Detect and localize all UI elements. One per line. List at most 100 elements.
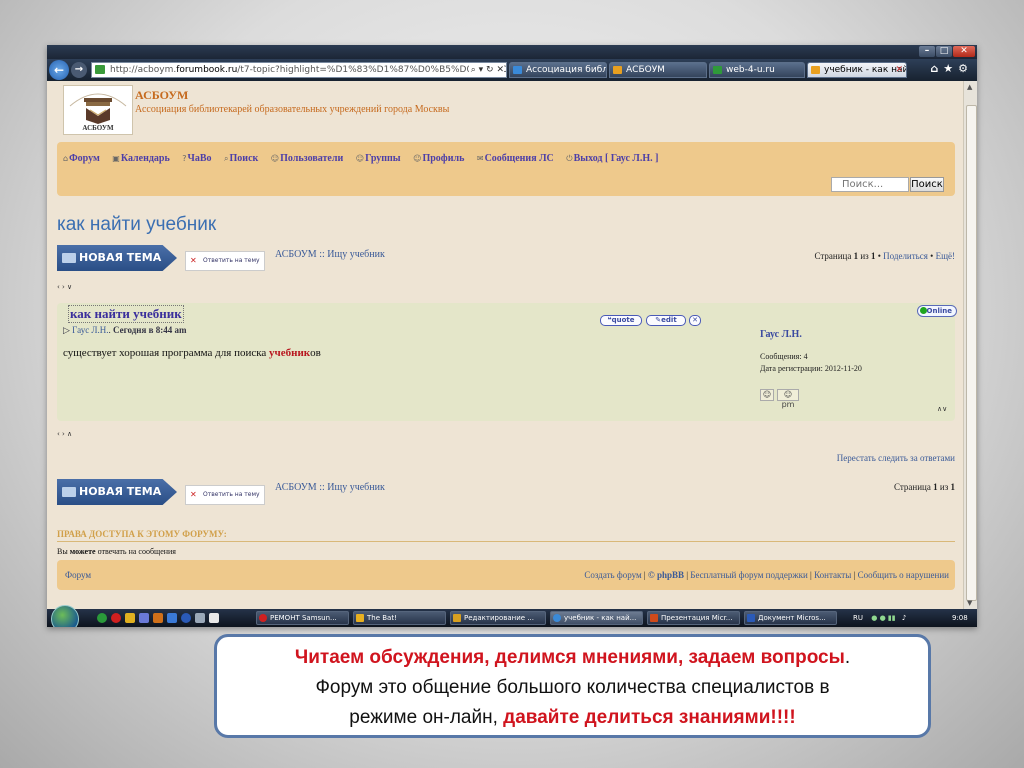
back-button[interactable]: ← bbox=[49, 60, 69, 80]
callout-red-text: давайте делиться знаниями!!!! bbox=[503, 707, 796, 728]
menu-faq[interactable]: ?ЧаВо bbox=[182, 153, 216, 164]
calendar-icon: ▣ bbox=[112, 154, 120, 163]
quicklaunch-icon[interactable] bbox=[97, 613, 107, 623]
callout-punct: . bbox=[844, 647, 851, 668]
site-title[interactable]: АСБОУМ bbox=[135, 88, 188, 103]
clock[interactable]: 9:08 bbox=[952, 609, 968, 627]
new-topic-button[interactable]: НОВАЯ ТЕМА bbox=[57, 245, 177, 271]
tab-close-icon[interactable]: ✕ bbox=[895, 63, 903, 77]
post-icon: ▷ bbox=[63, 325, 70, 335]
new-topic-button-bottom[interactable]: НОВАЯ ТЕМА bbox=[57, 479, 177, 505]
topic-nav-bottom[interactable]: ‹ › ∧ bbox=[57, 430, 72, 438]
tab-uchebnik[interactable]: учебник - как най... ✕ bbox=[807, 62, 907, 78]
delete-button[interactable]: ✕ bbox=[689, 315, 701, 326]
quicklaunch-icon[interactable] bbox=[167, 613, 177, 623]
menu-search[interactable]: ⌕Поиск bbox=[224, 153, 263, 164]
quicklaunch-icon[interactable] bbox=[209, 613, 219, 623]
taskbar-item-thebat[interactable]: The Bat! bbox=[353, 611, 446, 625]
author-name[interactable]: Гаус Л.Н. bbox=[760, 329, 802, 340]
tab-association[interactable]: Ассоциация библио... bbox=[509, 62, 607, 78]
author-registered: Дата регистрации: 2012-11-20 bbox=[760, 364, 862, 373]
tab-favicon-icon bbox=[811, 66, 820, 74]
minimize-button[interactable]: – bbox=[919, 46, 935, 57]
taskbar-item-browser[interactable]: учебник - как най... bbox=[550, 611, 643, 625]
menu-groups[interactable]: ☺Группы bbox=[356, 153, 406, 164]
menu-label: Профиль bbox=[422, 153, 465, 164]
footer-forum-link[interactable]: Форум bbox=[65, 570, 91, 580]
breadcrumb-separator: :: bbox=[316, 249, 328, 260]
quote-button[interactable]: ❝quote bbox=[600, 315, 642, 326]
app-icon bbox=[650, 614, 658, 622]
vertical-scrollbar[interactable]: ▲ ▼ bbox=[963, 81, 977, 609]
menu-calendar[interactable]: ▣Календарь bbox=[112, 153, 175, 164]
taskbar-label: РЕМОНТ Samsun... bbox=[270, 614, 337, 622]
scroll-up-icon[interactable]: ▲ bbox=[967, 83, 972, 91]
address-prefix: http://acboym. bbox=[110, 65, 177, 75]
forward-button[interactable]: → bbox=[71, 62, 87, 78]
quicklaunch-icon[interactable] bbox=[181, 613, 191, 623]
browser-nav-icons[interactable]: ⌂★⚙ bbox=[930, 62, 973, 75]
menu-label: Пользователи bbox=[280, 153, 344, 164]
footer-support[interactable]: Бесплатный форум поддержки bbox=[690, 570, 807, 580]
breadcrumb-bottom: АСБОУМ :: Ищу учебник bbox=[275, 482, 385, 493]
reply-button-bottom[interactable]: ✕ Ответить на тему bbox=[185, 485, 265, 505]
tab-favicon-icon bbox=[713, 66, 722, 74]
quicklaunch-icon[interactable] bbox=[153, 613, 163, 623]
tray-icons[interactable]: ● ● ▮▮ bbox=[871, 614, 895, 622]
search-button[interactable]: Поиск bbox=[910, 177, 944, 192]
post-title[interactable]: как найти учебник bbox=[68, 305, 184, 323]
menu-profile[interactable]: ☺Профиль bbox=[413, 153, 469, 164]
stop-follow-link[interactable]: Перестать следить за ответами bbox=[837, 453, 955, 463]
taskbar-item-powerpoint[interactable]: Презентация Micr... bbox=[647, 611, 740, 625]
footer-contacts[interactable]: Контакты bbox=[814, 570, 851, 580]
quicklaunch-icon[interactable] bbox=[139, 613, 149, 623]
edit-button[interactable]: ✎edit bbox=[646, 315, 686, 326]
profile-button-icon[interactable]: ☺ bbox=[760, 389, 774, 401]
maximize-button[interactable]: □ bbox=[936, 46, 952, 57]
taskbar-item-editing[interactable]: Редактирование ... bbox=[450, 611, 546, 625]
breadcrumb-forum[interactable]: АСБОУМ bbox=[275, 482, 317, 493]
page-title[interactable]: как найти учебник bbox=[57, 214, 216, 236]
search-input[interactable] bbox=[831, 177, 909, 192]
taskbar-item-remont[interactable]: РЕМОНТ Samsun... bbox=[256, 611, 349, 625]
menu-users[interactable]: ☺Пользователи bbox=[271, 153, 348, 164]
start-button[interactable] bbox=[51, 605, 79, 627]
slide-callout: Читаем обсуждения, делимся мнениями, зад… bbox=[214, 634, 931, 738]
taskbar-label: Документ Micros... bbox=[758, 614, 826, 622]
topic-nav-top[interactable]: ‹ › ∨ bbox=[57, 283, 72, 291]
address-bar[interactable]: http://acboym.forumbook.ru/t7-topic?high… bbox=[91, 62, 507, 78]
menu-forum[interactable]: ⌂Форум bbox=[63, 153, 105, 164]
app-icon bbox=[453, 614, 461, 622]
taskbar-item-word[interactable]: Документ Micros... bbox=[744, 611, 837, 625]
scroll-down-icon[interactable]: ▼ bbox=[967, 599, 972, 607]
footer-phpbb[interactable]: © phpBB bbox=[648, 570, 684, 580]
menu-messages[interactable]: ✉Сообщения ЛС bbox=[477, 153, 559, 164]
callout-line-1: Читаем обсуждения, делимся мнениями, зад… bbox=[217, 643, 928, 673]
app-icon bbox=[747, 614, 755, 622]
more-link[interactable]: Ещё! bbox=[936, 251, 955, 261]
breadcrumb-forum[interactable]: АСБОУМ bbox=[275, 249, 317, 260]
close-window-button[interactable]: ✕ bbox=[953, 46, 975, 57]
pm-button-icon[interactable]: ☺pm bbox=[777, 389, 799, 409]
callout-red-text: Читаем обсуждения, делимся мнениями, зад… bbox=[294, 647, 845, 668]
language-indicator[interactable]: RU bbox=[853, 614, 863, 622]
post-scroll-arrows[interactable]: ∧∨ bbox=[937, 405, 947, 413]
quicklaunch-icon[interactable] bbox=[195, 613, 205, 623]
tab-asboum[interactable]: АСБОУМ bbox=[609, 62, 707, 78]
volume-icon[interactable]: ♪ bbox=[902, 614, 906, 622]
footer-report[interactable]: Сообщить о нарушении bbox=[858, 570, 949, 580]
breadcrumb-section[interactable]: Ищу учебник bbox=[327, 249, 385, 260]
quicklaunch-icon[interactable] bbox=[125, 613, 135, 623]
scrollbar-thumb[interactable] bbox=[966, 105, 977, 601]
menu-logout[interactable]: ⏻Выход [ Гаус Л.Н. ] bbox=[566, 153, 663, 164]
menu-label: Группы bbox=[365, 153, 401, 164]
system-tray: RU ● ● ▮▮ ♪ bbox=[853, 609, 906, 627]
reply-button[interactable]: ✕ Ответить на тему bbox=[185, 251, 265, 271]
breadcrumb-section[interactable]: Ищу учебник bbox=[327, 482, 385, 493]
tab-web4u[interactable]: web-4-u.ru bbox=[709, 62, 805, 78]
opera-icon[interactable] bbox=[111, 613, 121, 623]
post-author-link[interactable]: Гаус Л.Н. bbox=[72, 325, 108, 335]
footer-create-forum[interactable]: Создать форум bbox=[584, 570, 641, 580]
share-link[interactable]: Поделиться bbox=[883, 251, 928, 261]
address-controls[interactable]: ⌕ ▾ ↻ ✕ bbox=[468, 63, 504, 77]
